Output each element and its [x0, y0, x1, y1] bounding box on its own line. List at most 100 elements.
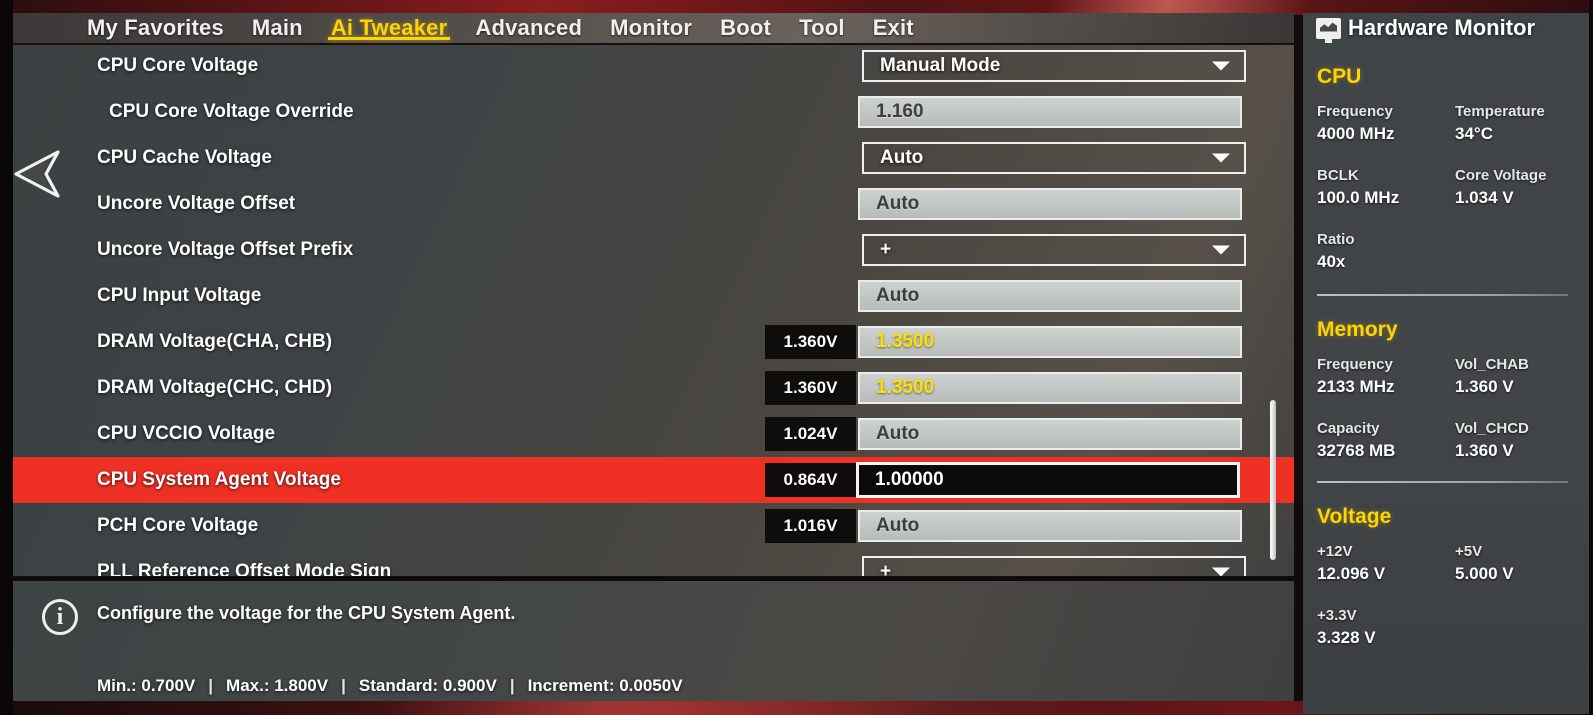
- hm-reading-label: Vol_CHCD: [1455, 420, 1529, 437]
- setting-row[interactable]: DRAM Voltage(CHC, CHD) 1.360V 1.3500: [13, 365, 1294, 411]
- hm-reading-value: 1.360 V: [1455, 377, 1514, 396]
- hardware-monitor-title-label: Hardware Monitor: [1348, 15, 1536, 40]
- screen-bezel-right: [1589, 0, 1593, 715]
- help-description: Configure the voltage for the CPU System…: [97, 603, 516, 623]
- measured-voltage-badge: 1.024V: [765, 417, 856, 451]
- limit-item: Min.: 0.700V: [97, 676, 196, 695]
- setting-dropdown[interactable]: +: [862, 234, 1246, 266]
- hm-reading-value: 34°C: [1455, 124, 1493, 143]
- setting-value-text: 1.00000: [875, 469, 944, 490]
- screen-bezel-left: [0, 0, 13, 715]
- measured-voltage-badge: 1.360V: [765, 325, 856, 359]
- setting-label: Uncore Voltage Offset Prefix: [97, 239, 354, 260]
- setting-row[interactable]: Uncore Voltage Offset Auto: [13, 181, 1294, 227]
- setting-value-input[interactable]: Auto: [858, 510, 1242, 542]
- setting-value-input[interactable]: Auto: [858, 188, 1242, 220]
- nav-item-exit[interactable]: Exit: [859, 15, 928, 41]
- setting-value-input[interactable]: 1.3500: [858, 326, 1242, 358]
- hm-reading-value: 5.000 V: [1455, 564, 1514, 583]
- nav-item-boot[interactable]: Boot: [706, 15, 785, 41]
- setting-value-input[interactable]: 1.3500: [858, 372, 1242, 404]
- setting-label: CPU Core Voltage Override: [109, 101, 354, 122]
- main-navigation-bar: My Favorites Main Ai Tweaker Advanced Monito…: [13, 13, 1294, 45]
- hm-section-divider: [1317, 294, 1568, 296]
- help-bar: i Configure the voltage for the CPU Syst…: [13, 578, 1294, 701]
- hm-reading-label: Core Voltage: [1455, 167, 1547, 184]
- hm-reading-value: 40x: [1317, 252, 1346, 271]
- setting-label: CPU Cache Voltage: [97, 147, 272, 168]
- limits-separator: |: [341, 676, 346, 695]
- setting-row[interactable]: CPU Input Voltage Auto: [13, 273, 1294, 319]
- setting-label: CPU VCCIO Voltage: [97, 423, 276, 444]
- hm-reading-label: Capacity: [1317, 420, 1380, 437]
- hm-reading: Vol_CHCD 1.360 V: [1455, 420, 1529, 461]
- setting-value-text: Manual Mode: [880, 55, 1001, 76]
- hm-reading: Ratio 40x: [1317, 231, 1355, 272]
- setting-value-input[interactable]: 1.160: [858, 96, 1242, 128]
- monitor-icon: [1316, 17, 1341, 43]
- setting-dropdown[interactable]: +: [862, 556, 1246, 576]
- nav-item-monitor[interactable]: Monitor: [596, 15, 706, 41]
- hm-reading-label: +3.3V: [1317, 607, 1357, 624]
- nav-item-advanced[interactable]: Advanced: [461, 15, 596, 41]
- hm-reading-value: 12.096 V: [1317, 564, 1386, 583]
- setting-label: DRAM Voltage(CHC, CHD): [97, 377, 333, 398]
- setting-label: DRAM Voltage(CHA, CHB): [97, 331, 333, 352]
- hm-reading-label: BCLK: [1317, 167, 1359, 184]
- nav-item-tool[interactable]: Tool: [785, 15, 859, 41]
- setting-row[interactable]: CPU Core Voltage Manual Mode: [13, 45, 1294, 89]
- hm-reading-value: 3.328 V: [1317, 628, 1376, 647]
- setting-value-input-active[interactable]: 1.00000: [856, 462, 1240, 498]
- settings-scrollbar-track[interactable]: [1281, 45, 1291, 576]
- hm-reading: BCLK 100.0 MHz: [1317, 167, 1399, 208]
- setting-value-input[interactable]: Auto: [858, 418, 1242, 450]
- hm-reading: +5V 5.000 V: [1455, 543, 1514, 584]
- setting-value-text: Auto: [876, 285, 920, 306]
- chevron-down-icon: [1212, 61, 1230, 71]
- setting-value-text: Auto: [876, 423, 920, 444]
- limits-separator: |: [509, 676, 515, 695]
- hm-reading-label: +12V: [1317, 543, 1353, 560]
- nav-item-my-favorites[interactable]: My Favorites: [73, 15, 238, 41]
- measured-voltage-badge: 0.864V: [765, 463, 856, 497]
- setting-row[interactable]: CPU System Agent Voltage 0.864V 1.00000: [13, 457, 1294, 503]
- hm-reading: Vol_CHAB 1.360 V: [1455, 356, 1529, 397]
- setting-value-text: 1.3500: [876, 377, 935, 398]
- hm-reading-label: Temperature: [1455, 103, 1545, 120]
- setting-value-text: Auto: [876, 193, 920, 214]
- bios-screen: My Favorites Main Ai Tweaker Advanced Monito…: [0, 0, 1593, 715]
- hm-reading: Capacity 32768 MB: [1317, 420, 1395, 461]
- setting-dropdown[interactable]: Auto: [862, 142, 1246, 174]
- setting-row[interactable]: PLL Reference Offset Mode Sign +: [13, 549, 1294, 576]
- limit-item: Increment: 0.0050V: [527, 676, 683, 695]
- chevron-down-icon: [1212, 153, 1230, 163]
- setting-dropdown[interactable]: Manual Mode: [862, 50, 1246, 82]
- hm-reading: Frequency 2133 MHz: [1317, 356, 1394, 397]
- limit-item: Standard: 0.900V: [358, 676, 497, 695]
- setting-label: PLL Reference Offset Mode Sign: [97, 561, 392, 576]
- setting-value-text: +: [880, 561, 892, 576]
- setting-value-text: 1.160: [876, 101, 924, 122]
- setting-value-text: Auto: [880, 147, 924, 168]
- hm-reading: Core Voltage 1.034 V: [1455, 167, 1546, 208]
- setting-row[interactable]: CPU Core Voltage Override 1.160: [13, 89, 1294, 135]
- hm-group-title-memory: Memory: [1317, 318, 1398, 341]
- hm-reading-value: 2133 MHz: [1317, 377, 1395, 396]
- hm-reading: Frequency 4000 MHz: [1317, 103, 1394, 144]
- setting-value-input[interactable]: Auto: [858, 280, 1242, 312]
- nav-item-main[interactable]: Main: [238, 15, 317, 41]
- settings-list: CPU Core Voltage Manual Mode CPU Core Volt…: [13, 45, 1294, 576]
- hm-section-divider: [1317, 481, 1568, 483]
- setting-row[interactable]: DRAM Voltage(CHA, CHB) 1.360V 1.3500: [13, 319, 1294, 365]
- setting-value-text: 1.3500: [876, 331, 935, 352]
- setting-row[interactable]: CPU VCCIO Voltage 1.024V Auto: [13, 411, 1294, 457]
- hm-reading-label: Frequency: [1317, 356, 1393, 373]
- value-limits: Min.: 0.700V | Max.: 1.800V | Standard: 0.90…: [97, 676, 683, 696]
- setting-row[interactable]: CPU Cache Voltage Auto: [13, 135, 1294, 181]
- measured-voltage-badge: 1.360V: [765, 371, 856, 405]
- setting-row[interactable]: Uncore Voltage Offset Prefix +: [13, 227, 1294, 273]
- setting-row[interactable]: PCH Core Voltage 1.016V Auto: [13, 503, 1294, 549]
- settings-scrollbar-thumb[interactable]: [1270, 400, 1276, 560]
- chevron-down-icon: [1212, 567, 1230, 576]
- nav-item-ai-tweaker[interactable]: Ai Tweaker: [317, 15, 462, 41]
